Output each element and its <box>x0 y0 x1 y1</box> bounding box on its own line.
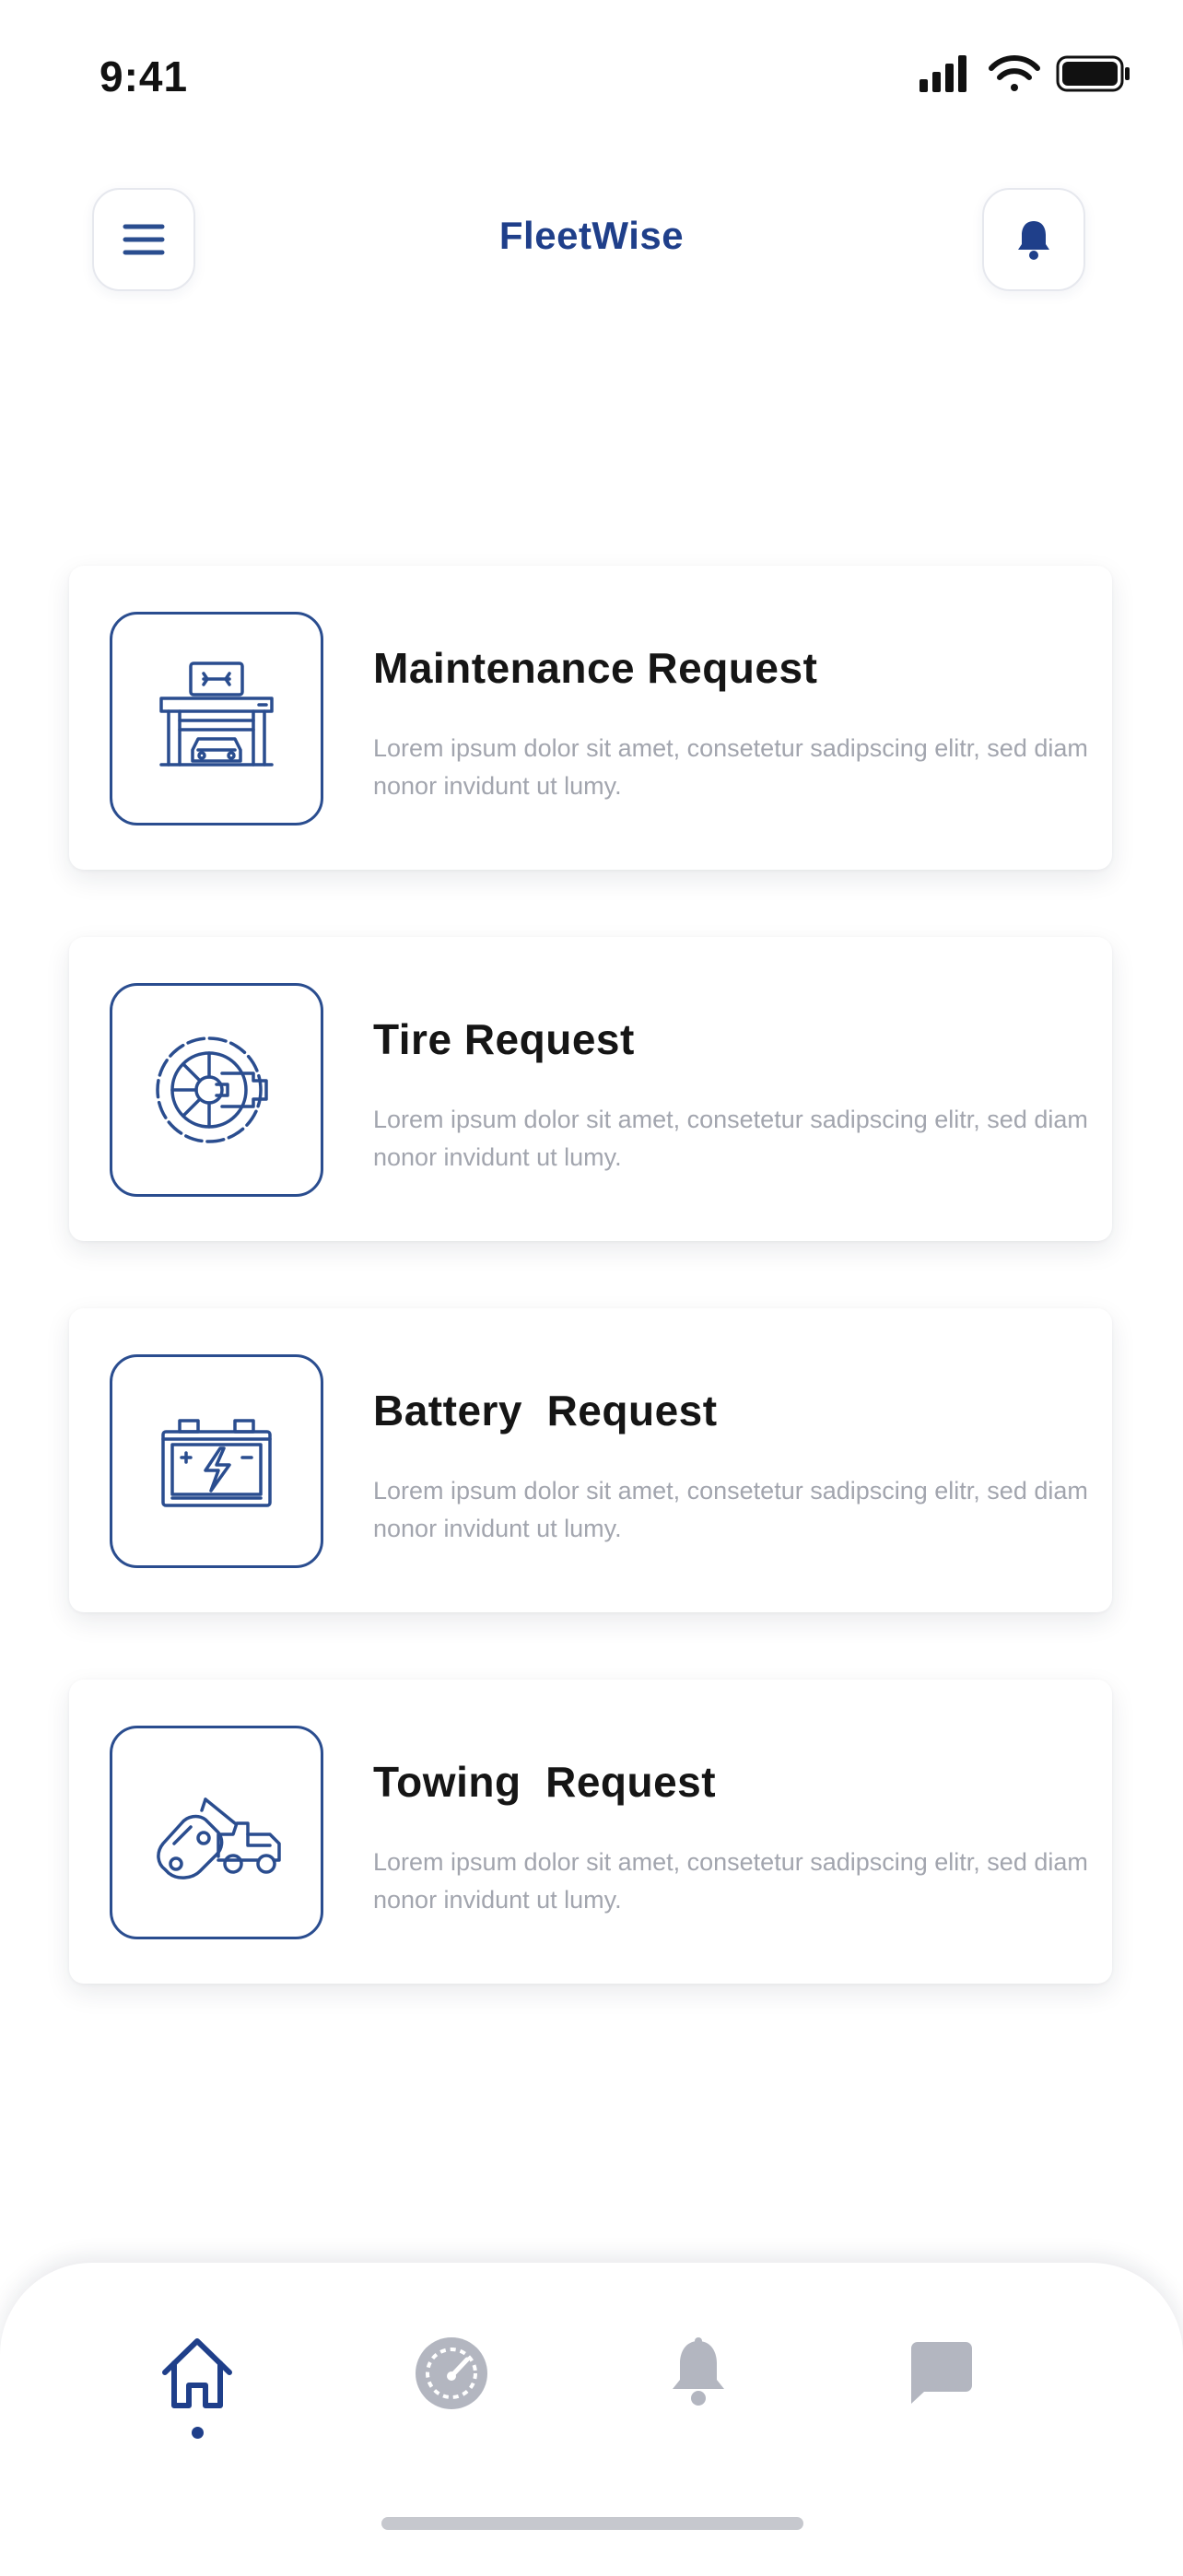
bell-icon <box>673 2337 724 2406</box>
bell-icon <box>1018 221 1049 260</box>
card-title: Tire Request <box>373 1015 635 1063</box>
status-bar: 9:41 <box>0 0 1183 138</box>
maintenance-request-card[interactable]: Maintenance Request Lorem ipsum dolor si… <box>69 566 1112 870</box>
status-icons <box>919 55 1130 92</box>
nav-dashboard-tab[interactable] <box>405 2327 498 2419</box>
car-battery-icon <box>161 1419 272 1507</box>
tire-icon-box <box>110 983 323 1197</box>
nav-notifications-tab[interactable] <box>652 2327 744 2419</box>
status-time: 9:41 <box>100 53 189 100</box>
nav-messages-tab[interactable] <box>896 2327 988 2419</box>
home-icon <box>162 2338 232 2408</box>
card-title: Towing Request <box>373 1758 717 1806</box>
battery-request-card[interactable]: Battery Request Lorem ipsum dolor sit am… <box>69 1308 1112 1612</box>
garage-maintenance-icon <box>159 662 274 767</box>
wifi-icon <box>989 55 1040 91</box>
card-description: Lorem ipsum dolor sit amet, consetetur s… <box>373 1106 1088 1171</box>
card-description: Lorem ipsum dolor sit amet, consetetur s… <box>373 1848 1088 1914</box>
card-description: Lorem ipsum dolor sit amet, consetetur s… <box>373 1477 1088 1542</box>
card-description: Lorem ipsum dolor sit amet, consetetur s… <box>373 734 1088 800</box>
cellular-signal-icon <box>919 55 966 92</box>
active-tab-indicator <box>192 2427 204 2439</box>
home-indicator <box>381 2517 803 2530</box>
card-title: Maintenance Request <box>373 644 818 692</box>
dashboard-gauge-icon <box>416 2337 487 2409</box>
towing-icon-box <box>110 1726 323 1939</box>
nav-home-tab[interactable] <box>151 2327 243 2419</box>
battery-icon-box <box>110 1354 323 1568</box>
tire-wrench-icon <box>156 1036 268 1143</box>
chat-icon <box>911 2342 972 2404</box>
bottom-nav <box>0 2263 1183 2576</box>
notifications-button[interactable] <box>982 188 1085 291</box>
tow-truck-icon <box>157 1797 281 1879</box>
battery-icon <box>1056 55 1130 92</box>
maintenance-icon-box <box>110 612 323 825</box>
card-title: Battery Request <box>373 1387 718 1434</box>
towing-request-card[interactable]: Towing Request Lorem ipsum dolor sit ame… <box>69 1680 1112 1984</box>
tire-request-card[interactable]: Tire Request Lorem ipsum dolor sit amet,… <box>69 937 1112 1241</box>
